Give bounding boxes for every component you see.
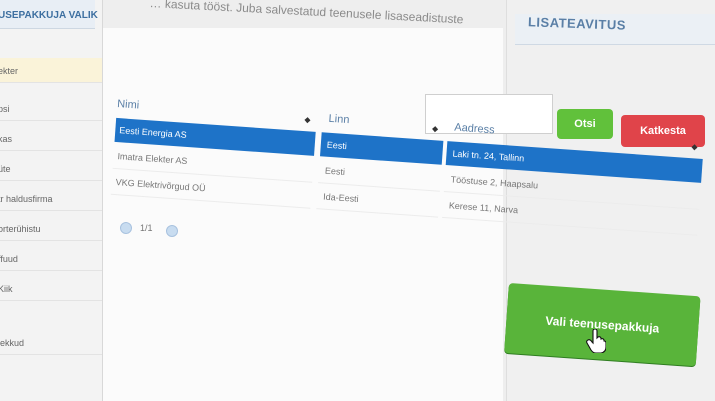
- cell-text: Eesti: [324, 165, 346, 178]
- cell-text: Tööstuse 2, Haapsalu: [450, 174, 539, 191]
- top-caption: … kasuta tööst. Juba salvestatud teenuse…: [149, 0, 464, 27]
- select-provider-button[interactable]: Vali teenusepakkuja: [504, 283, 701, 367]
- prev-page-icon[interactable]: [120, 222, 132, 234]
- sidebar-item-8[interactable]: Kiik: [0, 276, 102, 301]
- sidebar-item-6[interactable]: orterühistu: [0, 216, 102, 241]
- sidebar-item-label: ffuud: [0, 254, 18, 264]
- sort-icon[interactable]: ◆: [432, 124, 439, 133]
- sidebar-item-label: kas: [0, 134, 13, 144]
- left-panel: USEPAKKUJA VALIK ekter psi kas üte tr ha…: [0, 0, 103, 401]
- sidebar-item-1[interactable]: ekter: [0, 58, 102, 83]
- sidebar-item-label: psi: [0, 104, 10, 114]
- sort-icon[interactable]: ◆: [691, 142, 698, 151]
- app-window: … kasuta tööst. Juba salvestatud teenuse…: [0, 0, 715, 401]
- cell-text: Imatra Elekter AS: [117, 151, 188, 166]
- sidebar-item-3[interactable]: kas: [0, 126, 102, 151]
- sidebar-item-label: tr haldusfirma: [0, 194, 53, 204]
- cell-text: Laki tn. 24, Tallinn: [452, 148, 525, 164]
- column-label: Aadress: [453, 121, 496, 137]
- sort-icon[interactable]: ◆: [304, 115, 311, 124]
- left-panel-title: USEPAKKUJA VALIK: [0, 10, 98, 21]
- sidebar-item-9[interactable]: lekkud: [0, 330, 102, 355]
- sidebar-item-label: Kiik: [0, 284, 13, 294]
- sidebar-item-label: ekter: [0, 66, 19, 76]
- column-label: Nimi: [116, 97, 140, 112]
- cell-text: Kerese 11, Narva: [448, 200, 519, 216]
- sidebar-item-7[interactable]: ffuud: [0, 246, 102, 271]
- pager: 1/1: [120, 219, 190, 239]
- sidebar-item-5[interactable]: tr haldusfirma: [0, 186, 102, 211]
- page-indicator: 1/1: [140, 223, 153, 233]
- sidebar-item-4[interactable]: üte: [0, 156, 102, 181]
- cell-text: Ida-Eesti: [322, 191, 359, 205]
- sidebar-item-label: lekkud: [0, 338, 25, 348]
- cell-text: Eesti: [326, 139, 348, 152]
- cell-text: Eesti Energia AS: [118, 125, 188, 140]
- next-page-icon[interactable]: [166, 225, 178, 237]
- sidebar-item-label: üte: [0, 164, 11, 174]
- left-panel-header: USEPAKKUJA VALIK: [0, 0, 98, 29]
- hand-cursor-icon: [586, 329, 606, 353]
- column-label: Linn: [328, 112, 350, 127]
- cell-text: VKG Elektrivõrgud OÜ: [115, 177, 206, 194]
- sidebar-item-label: orterühistu: [0, 224, 41, 234]
- sidebar-item-2[interactable]: psi: [0, 96, 102, 121]
